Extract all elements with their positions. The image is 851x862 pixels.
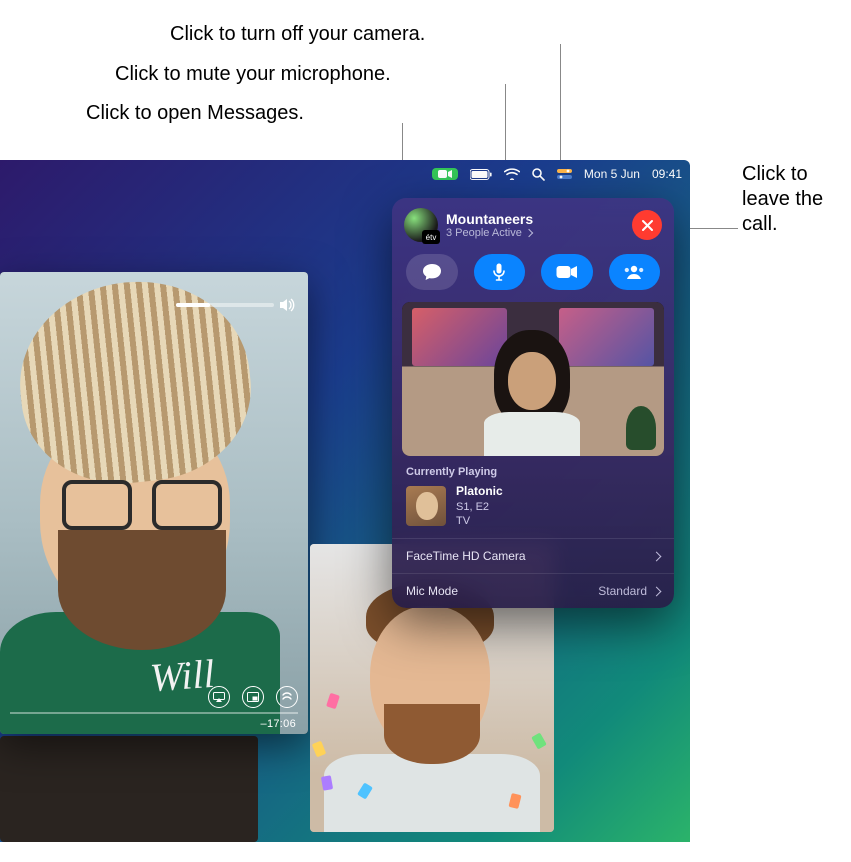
tv-app-badge: étv [422, 230, 440, 244]
speaker-icon [280, 298, 296, 312]
callout-mic: Click to mute your microphone. [115, 62, 391, 87]
self-view[interactable] [402, 302, 664, 456]
menubar-date[interactable]: Mon 5 Jun [584, 167, 640, 181]
seek-bar[interactable] [10, 712, 298, 714]
airplay-button[interactable] [208, 686, 230, 708]
now-playing-subtitle: S1, E2 [456, 500, 503, 514]
facetime-status-icon[interactable] [432, 168, 458, 180]
shareplay-button[interactable] [609, 254, 661, 290]
mic-mode-value: Standard [598, 584, 647, 598]
messages-icon [422, 263, 442, 281]
chevron-right-icon [652, 586, 662, 596]
group-header[interactable]: Mountaneers 3 People Active [446, 211, 624, 239]
camera-label: FaceTime HD Camera [406, 549, 526, 563]
now-playing-thumbnail [406, 486, 446, 526]
chevron-right-icon [525, 229, 533, 237]
now-playing-row[interactable]: Platonic S1, E2 TV [392, 484, 674, 538]
currently-playing-label: Currently Playing [392, 466, 674, 484]
camera-select-row[interactable]: FaceTime HD Camera [392, 538, 674, 573]
background-participant-tile [0, 736, 258, 842]
messages-button[interactable] [406, 254, 458, 290]
camera-toggle-button[interactable] [541, 254, 593, 290]
volume-slider[interactable] [176, 294, 296, 316]
chevron-right-icon [652, 551, 662, 561]
microphone-icon [492, 263, 506, 281]
tv-player-window[interactable]: Will –17:06 [0, 272, 308, 734]
group-subtitle: 3 People Active [446, 227, 522, 239]
mic-mode-row[interactable]: Mic Mode Standard [392, 573, 674, 608]
screenshot-area: Mon 5 Jun 09:41 Will –17:06 [0, 160, 690, 842]
mute-mic-button[interactable] [474, 254, 526, 290]
control-center-icon[interactable] [557, 169, 572, 179]
menubar-time[interactable]: 09:41 [652, 167, 682, 181]
time-remaining: –17:06 [261, 718, 296, 730]
facetime-panel: étv Mountaneers 3 People Active [392, 198, 674, 608]
video-frame: Will [0, 272, 308, 734]
battery-icon[interactable] [470, 169, 492, 180]
callout-camera: Click to turn off your camera. [170, 22, 425, 47]
spotlight-icon[interactable] [532, 168, 545, 181]
now-playing-source: TV [456, 514, 503, 528]
group-avatar[interactable]: étv [404, 208, 438, 242]
callout-messages: Click to open Messages. [86, 101, 304, 126]
callout-leave: Click to leave the call. [742, 162, 842, 237]
leave-call-button[interactable] [632, 210, 662, 240]
wifi-icon[interactable] [504, 168, 520, 180]
video-icon [556, 265, 578, 279]
shareplay-icon [623, 264, 645, 280]
captions-button[interactable] [276, 686, 298, 708]
menu-bar: Mon 5 Jun 09:41 [424, 160, 690, 188]
now-playing-title: Platonic [456, 484, 503, 500]
group-name: Mountaneers [446, 211, 624, 227]
video-signature: Will [148, 650, 216, 701]
pip-button[interactable] [242, 686, 264, 708]
mic-mode-label: Mic Mode [406, 584, 458, 598]
